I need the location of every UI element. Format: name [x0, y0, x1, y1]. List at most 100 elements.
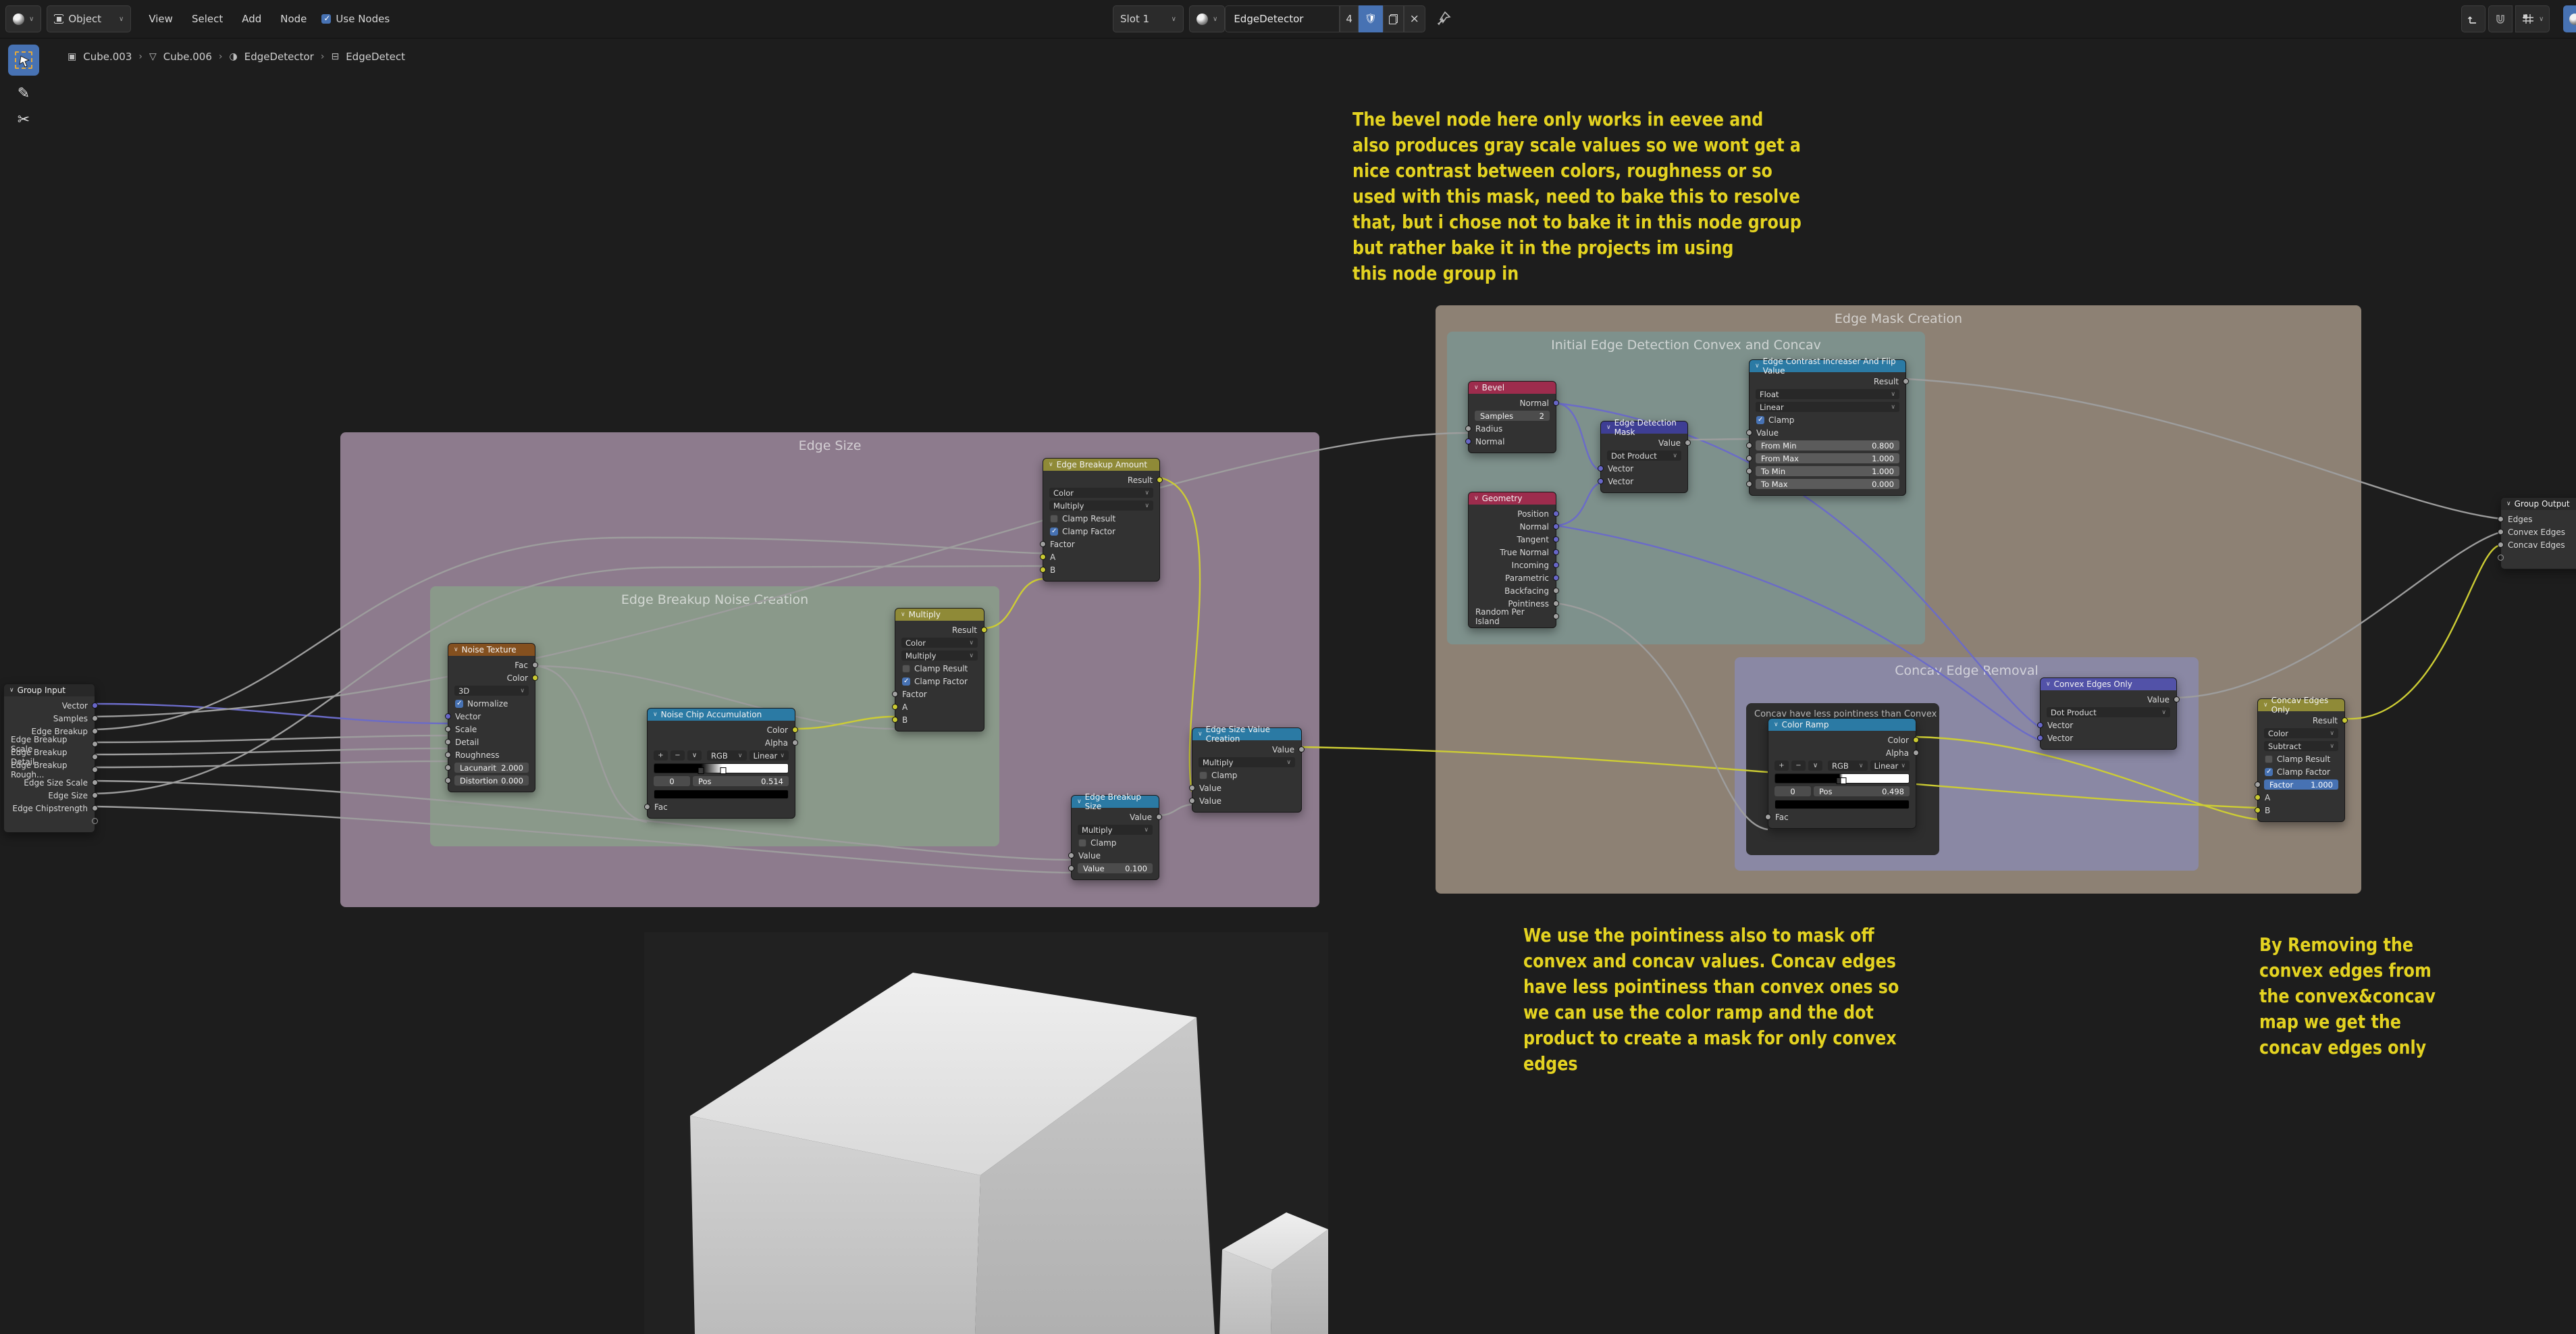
ramp-options-button[interactable]: ∨: [1808, 761, 1822, 771]
vector-op-dropdown[interactable]: Dot Product: [1607, 451, 1681, 461]
input-socket[interactable]: [1068, 852, 1074, 858]
stop-color-swatch[interactable]: [654, 790, 789, 799]
output-socket[interactable]: [92, 792, 98, 798]
node-edge-size-value-creation[interactable]: Edge Size Value Creation Value Multiply …: [1192, 727, 1302, 813]
virtual-socket[interactable]: [92, 818, 98, 824]
clamp-result-checkbox[interactable]: [1050, 515, 1058, 523]
menu-view[interactable]: View: [139, 13, 182, 25]
output-socket[interactable]: [1913, 737, 1919, 743]
use-nodes-checkbox[interactable]: [321, 14, 331, 24]
output-socket[interactable]: [92, 805, 98, 811]
factor-slider[interactable]: Factor1.000: [2264, 779, 2338, 790]
node-group-input[interactable]: Group Input Vector Samples Edge Breakup …: [3, 684, 95, 833]
node-geometry[interactable]: Geometry Position Normal Tangent True No…: [1468, 492, 1556, 628]
input-socket[interactable]: [1465, 438, 1471, 444]
unlink-button[interactable]: ×: [1404, 5, 1425, 32]
menu-node[interactable]: Node: [271, 13, 316, 25]
menu-add[interactable]: Add: [232, 13, 271, 25]
node-header[interactable]: Geometry: [1469, 492, 1556, 505]
data-type-dropdown[interactable]: Color: [1049, 488, 1153, 498]
output-socket[interactable]: [532, 662, 538, 668]
node-multiply[interactable]: Multiply Result Color Multiply Clamp Res…: [895, 608, 984, 732]
stop-position-slider[interactable]: Pos0.498: [1814, 786, 1910, 796]
output-socket[interactable]: [1553, 562, 1559, 568]
output-socket[interactable]: [1553, 400, 1559, 406]
users-count-badge[interactable]: 4: [1340, 5, 1359, 32]
node-color-ramp[interactable]: Color Ramp Color Alpha + − ∨ RGB Linear …: [1768, 718, 1916, 829]
output-socket[interactable]: [1156, 814, 1162, 820]
input-socket[interactable]: [1598, 478, 1604, 484]
blend-mode-dropdown[interactable]: Multiply: [1049, 501, 1153, 511]
output-socket[interactable]: [1553, 549, 1559, 555]
input-socket[interactable]: [1746, 455, 1752, 461]
color-ramp-gradient[interactable]: [654, 763, 789, 773]
add-stop-button[interactable]: +: [1775, 761, 1789, 771]
data-type-dropdown[interactable]: Color: [901, 638, 978, 648]
vector-op-dropdown[interactable]: Dot Product: [2047, 707, 2170, 717]
input-socket[interactable]: [445, 765, 451, 771]
pin-icon[interactable]: [1436, 11, 1451, 27]
data-type-dropdown[interactable]: Float: [1756, 389, 1899, 399]
output-socket[interactable]: [981, 627, 987, 633]
to-min-slider[interactable]: To Min1.000: [1756, 466, 1899, 476]
node-bevel[interactable]: Bevel Normal Samples2 Radius Normal: [1468, 381, 1556, 453]
output-socket[interactable]: [1553, 536, 1559, 542]
clamp-factor-checkbox[interactable]: [902, 677, 910, 686]
output-socket[interactable]: [1685, 440, 1691, 446]
stop-position-slider[interactable]: Pos0.514: [693, 776, 789, 786]
editor-type-dropdown[interactable]: ∨: [5, 5, 41, 32]
color-ramp-gradient[interactable]: [1775, 773, 1910, 784]
input-socket[interactable]: [892, 704, 898, 710]
remove-stop-button[interactable]: −: [1791, 761, 1806, 771]
clamp-factor-checkbox[interactable]: [1050, 528, 1058, 536]
node-edge-breakup-amount[interactable]: Edge Breakup Amount Result Color Multipl…: [1043, 458, 1160, 582]
input-socket[interactable]: [1765, 814, 1771, 820]
node-header[interactable]: Noise Texture: [448, 644, 535, 656]
output-socket[interactable]: [792, 740, 798, 746]
node-header[interactable]: Edge Breakup Size: [1072, 796, 1159, 808]
material-browse-dropdown[interactable]: ∨: [1189, 5, 1225, 32]
node-header[interactable]: Edge Breakup Amount: [1043, 459, 1159, 471]
distortion-slider[interactable]: Distortion0.000: [454, 775, 529, 786]
input-socket[interactable]: [1746, 430, 1752, 436]
slot-dropdown[interactable]: Slot 1 ∨: [1113, 5, 1184, 32]
clamp-checkbox[interactable]: [1756, 416, 1764, 424]
input-socket[interactable]: [1040, 567, 1046, 573]
material-name-field[interactable]: EdgeDetector: [1225, 5, 1340, 32]
output-socket[interactable]: [92, 702, 98, 709]
parent-navigate-button[interactable]: [2461, 5, 2486, 32]
input-socket[interactable]: [1068, 865, 1074, 871]
output-socket[interactable]: [2174, 696, 2180, 702]
input-socket[interactable]: [1598, 465, 1604, 471]
operation-dropdown[interactable]: Multiply: [1199, 757, 1295, 767]
blend-mode-dropdown[interactable]: Subtract: [2264, 741, 2338, 751]
output-socket[interactable]: [1553, 511, 1559, 517]
ramp-stop-handle[interactable]: [720, 767, 726, 774]
input-socket[interactable]: [445, 752, 451, 758]
interpolation-dropdown[interactable]: Linear: [1870, 761, 1910, 771]
operation-dropdown[interactable]: Multiply: [1078, 825, 1153, 835]
node-noise-texture[interactable]: Noise Texture Fac Color 3D Normalize Vec…: [448, 643, 535, 792]
output-socket[interactable]: [92, 741, 98, 747]
input-socket[interactable]: [445, 739, 451, 745]
output-socket[interactable]: [1157, 477, 1163, 483]
node-concav-edges-only[interactable]: Concav Edges Only Result Color Subtract …: [2257, 698, 2345, 822]
input-socket[interactable]: [892, 717, 898, 723]
ramp-stop-handle[interactable]: [1840, 777, 1846, 784]
ramp-stop-handle[interactable]: [698, 767, 704, 774]
stop-index-field[interactable]: 0: [654, 776, 690, 786]
dimensions-dropdown[interactable]: 3D: [454, 686, 529, 696]
color-mode-dropdown[interactable]: RGB: [1828, 761, 1868, 771]
remove-stop-button[interactable]: −: [671, 750, 685, 761]
input-socket[interactable]: [1040, 554, 1046, 560]
node-header[interactable]: Group Output: [2501, 498, 2576, 510]
output-socket[interactable]: [1553, 600, 1559, 607]
node-edge-breakup-size[interactable]: Edge Breakup Size Value Multiply Clamp V…: [1071, 795, 1159, 880]
input-socket[interactable]: [2498, 542, 2504, 548]
output-socket[interactable]: [92, 715, 98, 721]
node-edge-contrast-increaser[interactable]: Edge Contrast Increaser And Flip Value R…: [1749, 359, 1906, 496]
output-socket[interactable]: [92, 779, 98, 786]
output-socket[interactable]: [1553, 575, 1559, 581]
input-socket[interactable]: [445, 777, 451, 784]
output-socket[interactable]: [92, 728, 98, 734]
